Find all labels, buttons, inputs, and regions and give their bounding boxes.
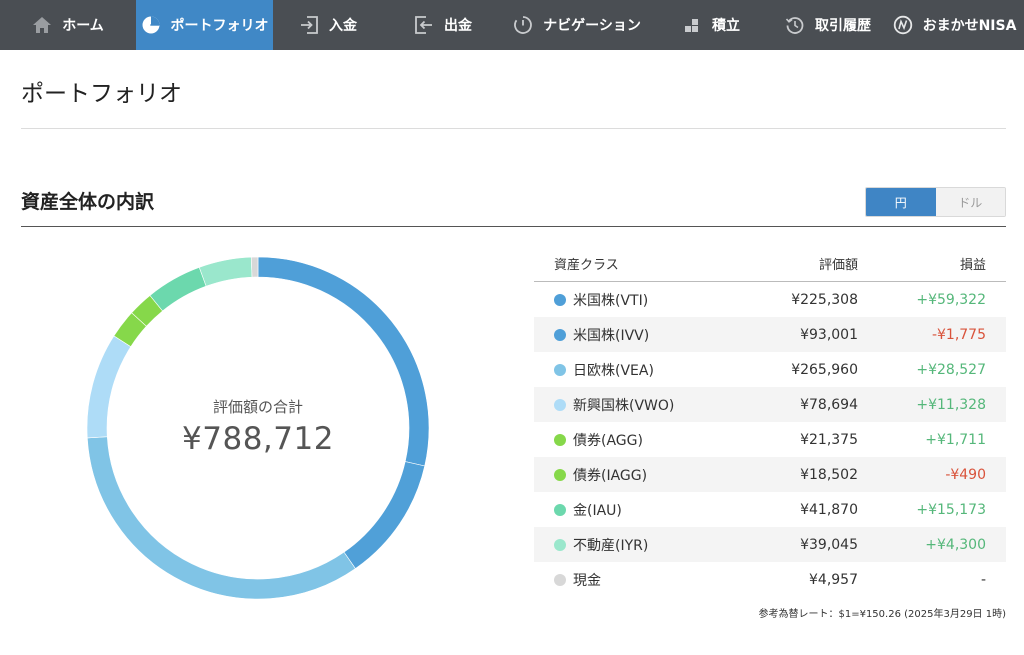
asset-value: ¥4,957: [809, 571, 858, 588]
nav-withdraw-label: 出金: [444, 18, 472, 34]
table-header: 資産クラス 評価額 損益: [534, 246, 1006, 282]
asset-name: 不動産(IYR): [573, 537, 649, 554]
asset-name: 新興国株(VWO): [573, 397, 675, 414]
asset-pl: +¥28,527: [916, 361, 986, 378]
asset-value: ¥41,870: [800, 501, 858, 518]
table-row: 新興国株(VWO) ¥78,694 +¥11,328: [534, 387, 1006, 422]
asset-value: ¥78,694: [800, 396, 858, 413]
header-asset-class: 資産クラス: [554, 258, 619, 273]
legend-dot: [554, 538, 566, 551]
currency-yen-button[interactable]: 円: [866, 188, 936, 216]
nav-portfolio[interactable]: ポートフォリオ: [136, 0, 273, 50]
nav-deposit-label: 入金: [329, 18, 357, 34]
pie-chart-icon: [142, 16, 159, 34]
nav-history[interactable]: 取引履歴: [771, 0, 885, 50]
asset-pl: -¥1,775: [931, 326, 986, 343]
donut-segment: [257, 257, 429, 467]
donut-segment: [87, 436, 356, 599]
legend-dot: [554, 293, 566, 306]
asset-pl: +¥59,322: [916, 291, 986, 308]
legend-dot: [554, 328, 566, 341]
table-row: 不動産(IYR) ¥39,045 +¥4,300: [534, 527, 1006, 562]
top-nav: ホーム ポートフォリオ 入金 出金 ナビゲーション 積立 取引履歴 おまかせNI…: [0, 0, 1024, 50]
asset-name: 現金: [573, 572, 601, 589]
currency-usd-button[interactable]: ドル: [935, 188, 1005, 216]
page-title: ポートフォリオ: [21, 81, 182, 107]
legend-dot: [554, 468, 566, 481]
donut-segment: [250, 257, 259, 278]
asset-pl: +¥15,173: [916, 501, 986, 518]
table-row: 債券(AGG) ¥21,375 +¥1,711: [534, 422, 1006, 457]
asset-pl: -: [980, 571, 986, 588]
asset-value: ¥18,502: [800, 466, 858, 483]
exchange-rate-note: 参考為替レート：$1=¥150.26 (2025年3月29日 1時): [758, 609, 1006, 620]
asset-pl: +¥4,300: [925, 536, 986, 553]
table-row: 日欧株(VEA) ¥265,960 +¥28,527: [534, 352, 1006, 387]
nav-withdraw[interactable]: 出金: [383, 0, 503, 50]
table-row: 金(IAU) ¥41,870 +¥15,173: [534, 492, 1006, 527]
asset-name: 米国株(IVV): [573, 327, 650, 344]
header-pl: 損益: [959, 258, 986, 273]
currency-toggle: 円 ドル: [865, 187, 1006, 217]
legend-dot: [554, 433, 566, 446]
nav-portfolio-label: ポートフォリオ: [170, 18, 269, 34]
table-row: 現金 ¥4,957 -: [534, 562, 1006, 597]
nav-home-label: ホーム: [62, 18, 104, 34]
withdraw-icon: [415, 16, 432, 34]
nav-history-label: 取引履歴: [815, 18, 871, 34]
donut-segment: [198, 257, 253, 287]
legend-dot: [554, 363, 566, 376]
asset-table: 資産クラス 評価額 損益 米国株(VTI) ¥225,308 +¥59,322 …: [534, 246, 1006, 597]
nav-nisa[interactable]: おまかせNISA: [885, 0, 1024, 50]
asset-name: 日欧株(VEA): [573, 362, 654, 379]
section-divider: [21, 226, 1006, 227]
allocation-donut-chart: [87, 257, 429, 599]
donut-segment: [149, 267, 207, 312]
nav-deposit[interactable]: 入金: [273, 0, 383, 50]
nav-home[interactable]: ホーム: [0, 0, 136, 50]
asset-value: ¥39,045: [800, 536, 858, 553]
nav-navigation[interactable]: ナビゲーション: [503, 0, 651, 50]
asset-pl: +¥1,711: [925, 431, 986, 448]
nav-navigation-label: ナビゲーション: [543, 18, 641, 34]
table-row: 米国株(IVV) ¥93,001 -¥1,775: [534, 317, 1006, 352]
donut-segment: [343, 461, 426, 569]
title-divider: [21, 128, 1006, 129]
history-icon: [785, 17, 804, 34]
legend-dot: [554, 398, 566, 411]
deposit-icon: [301, 16, 318, 34]
nav-nisa-label: おまかせNISA: [922, 18, 1017, 34]
asset-pl: +¥11,328: [916, 396, 986, 413]
nav-accumulate-label: 積立: [712, 18, 740, 34]
nisa-icon: [893, 15, 912, 35]
accumulate-icon: [685, 19, 698, 32]
section-title: 資産全体の内訳: [21, 191, 155, 213]
nav-accumulate[interactable]: 積立: [651, 0, 771, 50]
donut-segment: [87, 335, 132, 439]
header-value: 評価額: [818, 258, 858, 273]
asset-name: 金(IAU): [573, 502, 622, 519]
table-row: 債券(IAGG) ¥18,502 -¥490: [534, 457, 1006, 492]
asset-pl: -¥490: [945, 466, 986, 483]
asset-value: ¥225,308: [791, 291, 858, 308]
table-row: 米国株(VTI) ¥225,308 +¥59,322: [534, 282, 1006, 317]
home-icon: [33, 17, 52, 33]
asset-name: 米国株(VTI): [573, 292, 649, 309]
asset-value: ¥93,001: [800, 326, 858, 343]
table-body: 米国株(VTI) ¥225,308 +¥59,322 米国株(IVV) ¥93,…: [534, 282, 1006, 597]
asset-name: 債券(IAGG): [573, 467, 648, 484]
legend-dot: [554, 503, 566, 516]
navigation-icon: [514, 16, 532, 34]
asset-name: 債券(AGG): [573, 432, 643, 449]
asset-value: ¥21,375: [800, 431, 858, 448]
asset-value: ¥265,960: [791, 361, 858, 378]
legend-dot: [554, 573, 566, 586]
